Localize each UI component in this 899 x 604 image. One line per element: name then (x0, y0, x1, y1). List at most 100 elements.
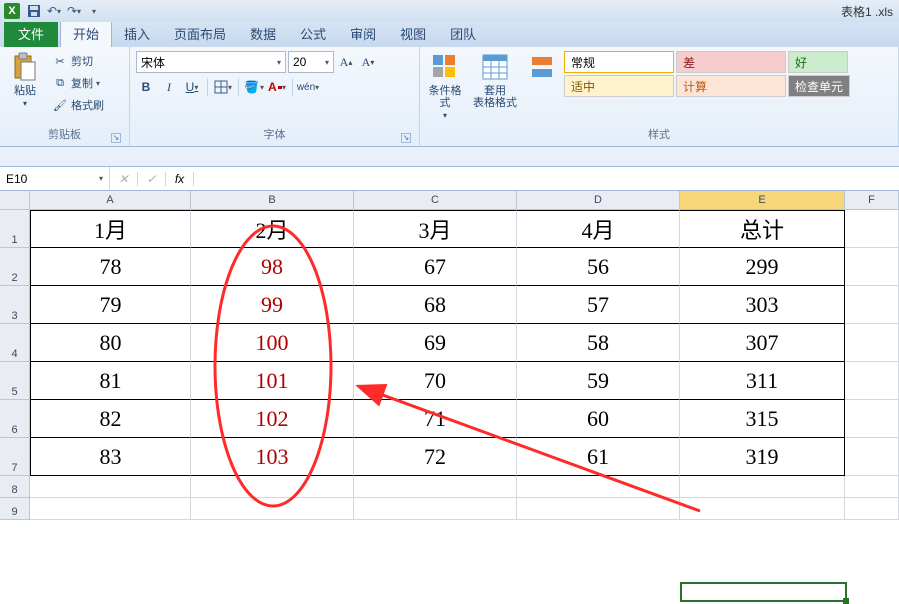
cell-A1[interactable]: 1月 (30, 210, 191, 248)
cell-B9[interactable] (191, 498, 354, 520)
style-check[interactable]: 检查单元 (788, 75, 850, 97)
paste-button[interactable]: 粘贴▾ (6, 51, 44, 109)
shrink-font-button[interactable]: A▾ (358, 52, 378, 72)
col-head-F[interactable]: F (845, 191, 899, 210)
cell-B3[interactable]: 99 (191, 286, 354, 324)
tab-formulas[interactable]: 公式 (288, 20, 338, 47)
active-cell-E10[interactable] (681, 583, 846, 601)
cell-B8[interactable] (191, 476, 354, 498)
cell-F9[interactable] (845, 498, 899, 520)
tab-view[interactable]: 视图 (388, 20, 438, 47)
worksheet[interactable]: A B C D E F 1 1月 2月 3月 4月 总计 2 78 98 67 … (0, 191, 899, 520)
cell-C8[interactable] (354, 476, 517, 498)
cut-button[interactable]: ✂剪切 (50, 51, 106, 71)
undo-icon[interactable]: ↶▾ (46, 3, 62, 19)
style-bad[interactable]: 差 (676, 51, 786, 73)
cell-E3[interactable]: 303 (680, 286, 845, 324)
row-head-3[interactable]: 3 (0, 286, 30, 324)
cell-B7[interactable]: 103 (191, 438, 354, 476)
cell-D8[interactable] (517, 476, 680, 498)
tab-layout[interactable]: 页面布局 (162, 20, 238, 47)
name-box[interactable]: E10▾ (0, 167, 110, 190)
row-head-9[interactable]: 9 (0, 498, 30, 520)
cell-E5[interactable]: 311 (680, 362, 845, 400)
row-head-2[interactable]: 2 (0, 248, 30, 286)
row-head-8[interactable]: 8 (0, 476, 30, 498)
cell-C5[interactable]: 70 (354, 362, 517, 400)
col-head-C[interactable]: C (354, 191, 517, 210)
cell-B1[interactable]: 2月 (191, 210, 354, 248)
row-head-7[interactable]: 7 (0, 438, 30, 476)
cell-B5[interactable]: 101 (191, 362, 354, 400)
cell-styles-button[interactable] (526, 51, 558, 83)
cell-D6[interactable]: 60 (517, 400, 680, 438)
cell-C2[interactable]: 67 (354, 248, 517, 286)
cell-E7[interactable]: 319 (680, 438, 845, 476)
cell-B2[interactable]: 98 (191, 248, 354, 286)
style-neutral[interactable]: 适中 (564, 75, 674, 97)
select-all-corner[interactable] (0, 191, 30, 210)
tab-file[interactable]: 文件 (4, 20, 58, 47)
cell-A7[interactable]: 83 (30, 438, 191, 476)
cell-F5[interactable] (845, 362, 899, 400)
tab-team[interactable]: 团队 (438, 20, 488, 47)
cell-A5[interactable]: 81 (30, 362, 191, 400)
fx-icon[interactable]: fx (166, 172, 194, 186)
cell-B6[interactable]: 102 (191, 400, 354, 438)
dialog-launcher-icon[interactable]: ↘ (111, 133, 121, 143)
cell-D3[interactable]: 57 (517, 286, 680, 324)
copy-button[interactable]: ⧉复制▾ (50, 73, 106, 93)
cell-F2[interactable] (845, 248, 899, 286)
style-calc[interactable]: 计算 (676, 75, 786, 97)
row-head-5[interactable]: 5 (0, 362, 30, 400)
cell-A2[interactable]: 78 (30, 248, 191, 286)
tab-home[interactable]: 开始 (60, 19, 112, 47)
cell-F3[interactable] (845, 286, 899, 324)
row-head-1[interactable]: 1 (0, 210, 30, 248)
tab-insert[interactable]: 插入 (112, 20, 162, 47)
cell-A4[interactable]: 80 (30, 324, 191, 362)
font-size-select[interactable]: 20▾ (288, 51, 334, 73)
cancel-formula-button[interactable]: ✕ (110, 172, 138, 186)
cell-C6[interactable]: 71 (354, 400, 517, 438)
cell-E6[interactable]: 315 (680, 400, 845, 438)
cell-C7[interactable]: 72 (354, 438, 517, 476)
dialog-launcher-icon[interactable]: ↘ (401, 133, 411, 143)
cell-E8[interactable] (680, 476, 845, 498)
col-head-E[interactable]: E (680, 191, 845, 210)
format-painter-button[interactable]: 🖌格式刷 (50, 95, 106, 115)
cell-B4[interactable]: 100 (191, 324, 354, 362)
cell-D9[interactable] (517, 498, 680, 520)
tab-data[interactable]: 数据 (238, 20, 288, 47)
cell-C4[interactable]: 69 (354, 324, 517, 362)
grow-font-button[interactable]: A▴ (336, 52, 356, 72)
cell-E9[interactable] (680, 498, 845, 520)
cell-E2[interactable]: 299 (680, 248, 845, 286)
table-format-button[interactable]: 套用 表格格式 (470, 51, 520, 109)
cell-D4[interactable]: 58 (517, 324, 680, 362)
cell-D1[interactable]: 4月 (517, 210, 680, 248)
style-normal[interactable]: 常规 (564, 51, 674, 73)
cell-F4[interactable] (845, 324, 899, 362)
style-good[interactable]: 好 (788, 51, 848, 73)
cell-C9[interactable] (354, 498, 517, 520)
cell-C1[interactable]: 3月 (354, 210, 517, 248)
redo-icon[interactable]: ↷▾ (66, 3, 82, 19)
cell-F8[interactable] (845, 476, 899, 498)
cell-F7[interactable] (845, 438, 899, 476)
italic-button[interactable]: I (159, 77, 179, 97)
cell-C3[interactable]: 68 (354, 286, 517, 324)
cell-A3[interactable]: 79 (30, 286, 191, 324)
cell-A8[interactable] (30, 476, 191, 498)
font-name-select[interactable]: 宋体▾ (136, 51, 286, 73)
cell-A9[interactable] (30, 498, 191, 520)
save-icon[interactable] (26, 3, 42, 19)
cell-D5[interactable]: 59 (517, 362, 680, 400)
row-head-4[interactable]: 4 (0, 324, 30, 362)
cell-F6[interactable] (845, 400, 899, 438)
cell-E4[interactable]: 307 (680, 324, 845, 362)
underline-button[interactable]: U▾ (182, 77, 202, 97)
font-color-button[interactable]: A▾ (267, 77, 287, 97)
cell-E1[interactable]: 总计 (680, 210, 845, 248)
row-head-6[interactable]: 6 (0, 400, 30, 438)
